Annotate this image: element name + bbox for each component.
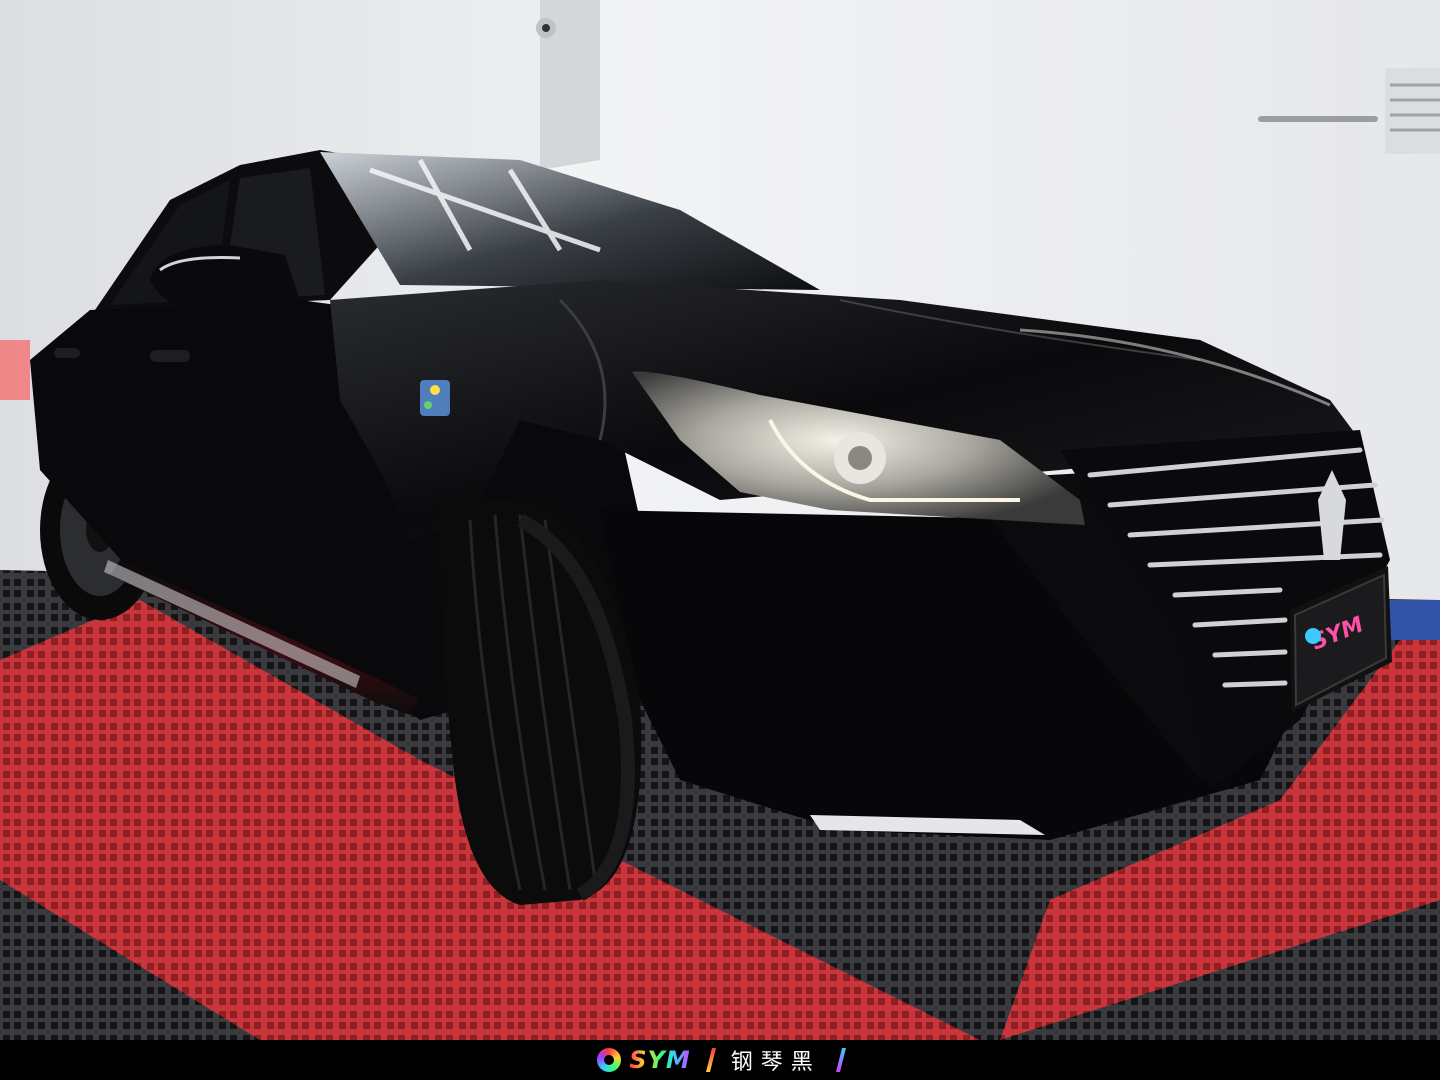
divider-left-icon	[705, 1048, 716, 1072]
divider-right-icon	[835, 1048, 846, 1072]
watermark-bar: SYM 钢琴黑	[0, 1040, 1440, 1080]
brand-name: SYM	[629, 1046, 691, 1074]
brand-logo: SYM	[597, 1046, 691, 1074]
paint-name: 钢琴黑	[730, 1050, 821, 1075]
car-photo: SYM	[0, 0, 1440, 1040]
brand-logo-icon	[597, 1048, 622, 1072]
